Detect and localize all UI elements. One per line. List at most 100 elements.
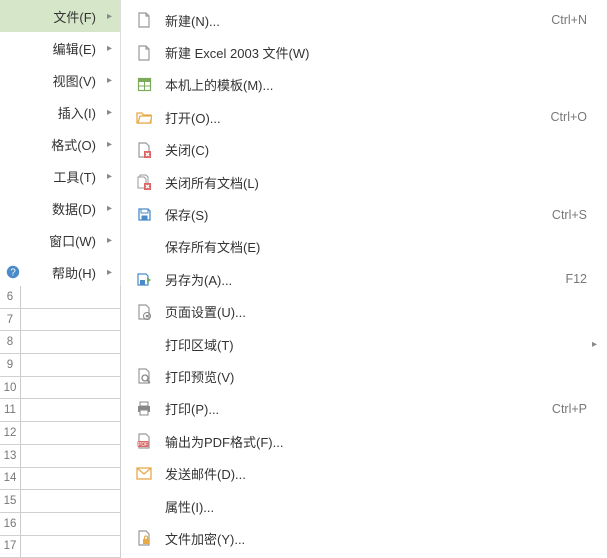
submenu-item-11[interactable]: 打印预览(V) [121, 360, 607, 392]
chevron-right-icon: ▸ [107, 235, 112, 246]
submenu-item-label: 发送邮件(D)... [165, 464, 587, 483]
blank-icon [135, 335, 153, 353]
blank-icon [135, 238, 153, 256]
menubar-item-5[interactable]: 工具(T)▸ [0, 160, 120, 192]
submenu-item-shortcut: Ctrl+N [551, 13, 587, 27]
sheet-row: 8 [0, 331, 121, 354]
cell[interactable] [21, 422, 121, 444]
sheet-row: 11 [0, 399, 121, 422]
sheet-row: 14 [0, 468, 121, 491]
row-header[interactable]: 16 [0, 513, 21, 535]
cell[interactable] [21, 309, 121, 331]
mail-icon [135, 465, 153, 483]
row-header[interactable]: 15 [0, 490, 21, 512]
blank-icon [135, 497, 153, 515]
row-header[interactable]: 6 [0, 286, 21, 308]
submenu-item-label: 新建(N)... [165, 11, 551, 30]
row-header[interactable]: 14 [0, 468, 21, 490]
menubar-item-label: 窗口(W) [26, 231, 110, 250]
submenu-item-label: 打印(P)... [165, 399, 552, 418]
row-header[interactable]: 13 [0, 445, 21, 467]
menubar-item-label: 工具(T) [26, 167, 110, 186]
cell[interactable] [21, 354, 121, 376]
row-header[interactable]: 8 [0, 331, 21, 353]
cell[interactable] [21, 377, 121, 399]
cell[interactable] [21, 490, 121, 512]
menubar-item-4[interactable]: 格式(O)▸ [0, 128, 120, 160]
submenu-item-14[interactable]: 发送邮件(D)... [121, 457, 607, 489]
sheet-row: 16 [0, 513, 121, 536]
spreadsheet-rows: 67891011121314151617 [0, 286, 121, 558]
new-doc-icon [135, 11, 153, 29]
submenu-item-5[interactable]: 关闭所有文档(L) [121, 166, 607, 198]
submenu-item-16[interactable]: 文件加密(Y)... [121, 522, 607, 554]
row-header[interactable]: 7 [0, 309, 21, 331]
chevron-right-icon: ▸ [107, 11, 112, 22]
row-header[interactable]: 10 [0, 377, 21, 399]
menubar-item-7[interactable]: 窗口(W)▸ [0, 224, 120, 256]
menubar-item-6[interactable]: 数据(D)▸ [0, 192, 120, 224]
submenu-item-label: 打印区域(T) [165, 335, 587, 354]
row-header[interactable]: 11 [0, 399, 21, 421]
submenu-item-label: 页面设置(U)... [165, 302, 587, 321]
menubar-item-0[interactable]: 文件(F)▸ [0, 0, 120, 32]
submenu-item-12[interactable]: 打印(P)...Ctrl+P [121, 393, 607, 425]
submenu-item-10[interactable]: 打印区域(T)▸ [121, 328, 607, 360]
menubar-item-label: 编辑(E) [26, 39, 110, 58]
submenu-item-6[interactable]: 保存(S)Ctrl+S [121, 198, 607, 230]
submenu-item-label: 文件加密(Y)... [165, 529, 587, 548]
cell[interactable] [21, 468, 121, 490]
submenu-item-0[interactable]: 新建(N)...Ctrl+N [121, 4, 607, 36]
cell[interactable] [21, 445, 121, 467]
cell[interactable] [21, 399, 121, 421]
submenu-item-label: 关闭(C) [165, 140, 587, 159]
cell[interactable] [21, 286, 121, 308]
submenu-item-shortcut: Ctrl+P [552, 402, 587, 416]
submenu-item-3[interactable]: 打开(O)...Ctrl+O [121, 101, 607, 133]
sheet-row: 6 [0, 286, 121, 309]
new-doc-icon [135, 44, 153, 62]
help-icon: ? [6, 265, 20, 279]
cell[interactable] [21, 331, 121, 353]
sheet-row: 7 [0, 309, 121, 332]
submenu-item-13[interactable]: PDF 输出为PDF格式(F)... [121, 425, 607, 457]
submenu-item-2[interactable]: 本机上的模板(M)... [121, 69, 607, 101]
menubar-item-label: 视图(V) [26, 71, 110, 90]
row-header[interactable]: 17 [0, 536, 21, 558]
submenu-item-15[interactable]: 属性(I)... [121, 490, 607, 522]
close-icon [135, 141, 153, 159]
sheet-row: 12 [0, 422, 121, 445]
menubar-item-8[interactable]: ?帮助(H)▸ [0, 256, 120, 288]
submenu-item-shortcut: F12 [565, 272, 587, 286]
submenu-item-label: 属性(I)... [165, 497, 587, 516]
submenu-item-label: 输出为PDF格式(F)... [165, 432, 587, 451]
menubar-item-2[interactable]: 视图(V)▸ [0, 64, 120, 96]
submenu-item-label: 本机上的模板(M)... [165, 75, 587, 94]
row-header[interactable]: 9 [0, 354, 21, 376]
submenu-item-4[interactable]: 关闭(C) [121, 134, 607, 166]
chevron-right-icon: ▸ [107, 203, 112, 214]
save-as-icon [135, 270, 153, 288]
cell[interactable] [21, 513, 121, 535]
svg-text:PDF: PDF [138, 442, 148, 448]
submenu-item-1[interactable]: 新建 Excel 2003 文件(W) [121, 36, 607, 68]
page-setup-icon [135, 303, 153, 321]
submenu-item-shortcut: Ctrl+O [551, 110, 587, 124]
sheet-row: 9 [0, 354, 121, 377]
menubar-item-label: 帮助(H) [26, 263, 110, 282]
submenu-item-9[interactable]: 页面设置(U)... [121, 296, 607, 328]
submenu-item-label: 打印预览(V) [165, 367, 587, 386]
close-all-icon [135, 173, 153, 191]
menubar-item-1[interactable]: 编辑(E)▸ [0, 32, 120, 64]
pdf-icon: PDF [135, 432, 153, 450]
row-header[interactable]: 12 [0, 422, 21, 444]
cell[interactable] [21, 536, 121, 558]
menubar-item-label: 文件(F) [26, 7, 110, 26]
submenu-item-7[interactable]: 保存所有文档(E) [121, 231, 607, 263]
open-icon [135, 108, 153, 126]
menubar-item-label: 格式(O) [26, 135, 110, 154]
submenu-item-8[interactable]: 另存为(A)...F12 [121, 263, 607, 295]
menubar-item-3[interactable]: 插入(I)▸ [0, 96, 120, 128]
chevron-right-icon: ▸ [107, 171, 112, 182]
sheet-row: 10 [0, 377, 121, 400]
